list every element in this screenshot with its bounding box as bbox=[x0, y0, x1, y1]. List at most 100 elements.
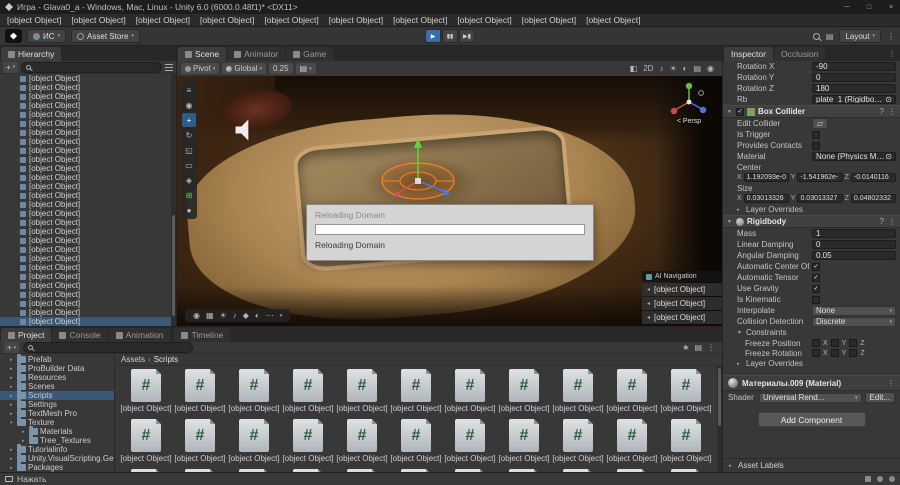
angular-damping-field[interactable]: 0.05 bbox=[812, 251, 896, 260]
foldout-open-icon[interactable]: ▼ bbox=[737, 330, 743, 336]
asset-labels-section[interactable]: ▸ Asset Labels bbox=[723, 458, 900, 472]
project-scrollbar[interactable] bbox=[717, 366, 722, 472]
folder-tree-item[interactable]: ▾ Texture bbox=[0, 417, 114, 427]
asset-item[interactable]: # [object Object] bbox=[173, 418, 227, 468]
linear-damping-field[interactable]: 0 bbox=[812, 240, 896, 249]
asset-item[interactable]: # [object Object] bbox=[389, 468, 443, 472]
foldout-closed-icon[interactable]: ▸ bbox=[737, 361, 743, 367]
scene-tool-button[interactable]: ◱ bbox=[181, 143, 197, 157]
camera-projection-label[interactable]: < Persp bbox=[666, 118, 712, 125]
auto-tensor-checkbox[interactable]: ✓ bbox=[812, 273, 820, 282]
foldout-arrow[interactable]: ▸ bbox=[10, 393, 15, 399]
scene-tool-button[interactable]: ⊞ bbox=[181, 188, 197, 202]
create-object-button[interactable]: + ▾ bbox=[3, 61, 19, 73]
ai-nav-item[interactable]: ◂ [object Object] bbox=[642, 311, 722, 324]
scene-option-icon[interactable]: ♪ bbox=[659, 64, 663, 73]
asset-item[interactable]: # [object Object] bbox=[281, 368, 335, 418]
size-z-field[interactable]: 0.04802332 bbox=[850, 194, 896, 203]
is-kinematic-checkbox[interactable] bbox=[812, 295, 820, 304]
asset-item[interactable]: # [object Object] bbox=[497, 468, 551, 472]
freeze-position-x-checkbox[interactable] bbox=[812, 339, 820, 347]
bottom-panel-tab[interactable]: Animation bbox=[108, 328, 171, 342]
ai-nav-item[interactable]: ◂ [object Object] bbox=[642, 297, 722, 310]
layout-dropdown[interactable]: Layout ▾ bbox=[839, 29, 881, 43]
asset-item[interactable]: # [object Object] bbox=[659, 418, 713, 468]
asset-item[interactable]: # [object Object] bbox=[335, 468, 389, 472]
collapse-icon[interactable]: ◂ bbox=[647, 314, 650, 321]
size-y-field[interactable]: 0.03013327 bbox=[797, 194, 843, 203]
scene-tool-button[interactable]: ≡ bbox=[181, 83, 197, 97]
rigidbody-header[interactable]: ▼ Rigidbody ? ⋮ bbox=[723, 215, 900, 228]
rotation-y-field[interactable]: 0 bbox=[812, 73, 896, 82]
hierarchy-item[interactable]: [object Object] bbox=[0, 200, 176, 209]
more-options-icon[interactable]: ⋮ bbox=[707, 343, 715, 352]
asset-item[interactable]: # [object Object] bbox=[173, 368, 227, 418]
asset-item[interactable]: # [object Object] bbox=[497, 418, 551, 468]
breadcrumb-root[interactable]: Assets bbox=[121, 355, 145, 364]
scene-orientation-gizmo[interactable]: < Persp bbox=[666, 80, 712, 125]
size-x-field[interactable]: 0.03013326 bbox=[743, 194, 789, 203]
asset-item[interactable]: # [object Object] bbox=[497, 368, 551, 418]
menu-item[interactable]: [object Object] bbox=[195, 14, 259, 26]
scene-option-icon[interactable]: ◐ bbox=[683, 64, 688, 73]
foldout-arrow[interactable]: ▸ bbox=[22, 438, 27, 444]
hierarchy-item[interactable]: [object Object] bbox=[0, 155, 176, 164]
hierarchy-item[interactable]: [object Object] bbox=[0, 308, 176, 317]
hierarchy-item[interactable]: [object Object] bbox=[0, 137, 176, 146]
hierarchy-item[interactable]: [object Object] bbox=[0, 182, 176, 191]
tab-hierarchy[interactable]: Hierarchy bbox=[1, 47, 62, 61]
asset-item[interactable]: # [object Object] bbox=[659, 368, 713, 418]
scene-option-icon[interactable]: ◧ bbox=[630, 64, 638, 73]
collider-layer-overrides-row[interactable]: ▸ Layer Overrides bbox=[723, 204, 900, 215]
component-enabled-checkbox[interactable]: ✓ bbox=[736, 107, 744, 116]
hierarchy-item[interactable]: [object Object] bbox=[0, 272, 176, 281]
search-icon[interactable] bbox=[812, 32, 820, 40]
scene-option-icon[interactable]: ▤ bbox=[693, 64, 701, 73]
asset-item[interactable]: # [object Object] bbox=[281, 418, 335, 468]
scene-viewport[interactable]: < Persp ≡ ◉ + ↻ ◱ ▭ ◈ ⊞ ● ◉ ▦ ☀ ♪ ◆ ◐ ⋯ ▾ A bbox=[177, 76, 722, 326]
menu-item[interactable]: [object Object] bbox=[131, 14, 195, 26]
scene-tool-button[interactable]: ◈ bbox=[181, 173, 197, 187]
hierarchy-scrollbar[interactable] bbox=[171, 74, 176, 326]
scene-view-tab[interactable]: Scene bbox=[178, 47, 227, 61]
foldout-arrow[interactable]: ▸ bbox=[22, 429, 27, 435]
rotation-z-field[interactable]: 180 bbox=[812, 84, 896, 93]
folder-tree-item[interactable]: ▸ Materials bbox=[0, 426, 114, 436]
hierarchy-item[interactable]: [object Object] bbox=[0, 299, 176, 308]
freeze-rotation-x-checkbox[interactable] bbox=[812, 349, 820, 357]
asset-item[interactable]: # [object Object] bbox=[119, 368, 173, 418]
center-z-field[interactable]: -0.0140116 bbox=[850, 173, 896, 182]
asset-item[interactable]: # [object Object] bbox=[443, 368, 497, 418]
viewport-tool-icon[interactable]: ◉ bbox=[193, 311, 200, 320]
foldout-open-icon[interactable]: ▼ bbox=[727, 219, 733, 225]
physics-material-field[interactable]: None (Physics Material) ⊙ bbox=[812, 152, 896, 161]
shader-dropdown[interactable]: Universal Rend... ▾ bbox=[759, 392, 862, 403]
scrollbar-thumb[interactable] bbox=[172, 215, 175, 316]
viewport-tool-icon[interactable]: ▦ bbox=[206, 311, 214, 320]
asset-item[interactable]: # [object Object] bbox=[119, 418, 173, 468]
chevron-down-icon[interactable]: ▾ bbox=[280, 313, 283, 319]
foldout-arrow[interactable]: ▸ bbox=[10, 357, 15, 363]
constraints-row[interactable]: ▼ Constraints bbox=[723, 327, 900, 338]
menu-item[interactable]: [object Object] bbox=[452, 14, 516, 26]
project-search-input[interactable] bbox=[23, 342, 194, 353]
account-dropdown[interactable]: ИС ▾ bbox=[27, 29, 67, 43]
view-options-icon[interactable]: ▤ bbox=[694, 343, 702, 352]
asset-item[interactable]: # [object Object] bbox=[227, 368, 281, 418]
freeze-rotation-z-checkbox[interactable] bbox=[849, 349, 858, 357]
more-options-icon[interactable]: ⋮ bbox=[888, 217, 896, 226]
scene-view-tab[interactable]: Animator bbox=[227, 47, 286, 61]
scene-option-icon[interactable]: ◉ bbox=[707, 64, 714, 73]
create-asset-button[interactable]: + ▾ bbox=[4, 342, 20, 353]
asset-item[interactable]: # [object Object] bbox=[173, 468, 227, 472]
asset-store-dropdown[interactable]: Asset Store ▾ bbox=[71, 29, 140, 43]
collision-detection-dropdown[interactable]: Discrete ▾ bbox=[812, 316, 896, 327]
asset-item[interactable]: # [object Object] bbox=[551, 368, 605, 418]
maximize-button[interactable]: □ bbox=[860, 0, 878, 14]
asset-item[interactable]: # [object Object] bbox=[605, 468, 659, 472]
foldout-arrow[interactable]: ▸ bbox=[10, 447, 15, 453]
foldout-arrow[interactable]: ▸ bbox=[10, 411, 15, 417]
object-picker-icon[interactable]: ⊙ bbox=[885, 153, 892, 160]
hierarchy-item[interactable]: [object Object] bbox=[0, 92, 176, 101]
more-options-icon[interactable]: ⋮ bbox=[888, 107, 896, 116]
